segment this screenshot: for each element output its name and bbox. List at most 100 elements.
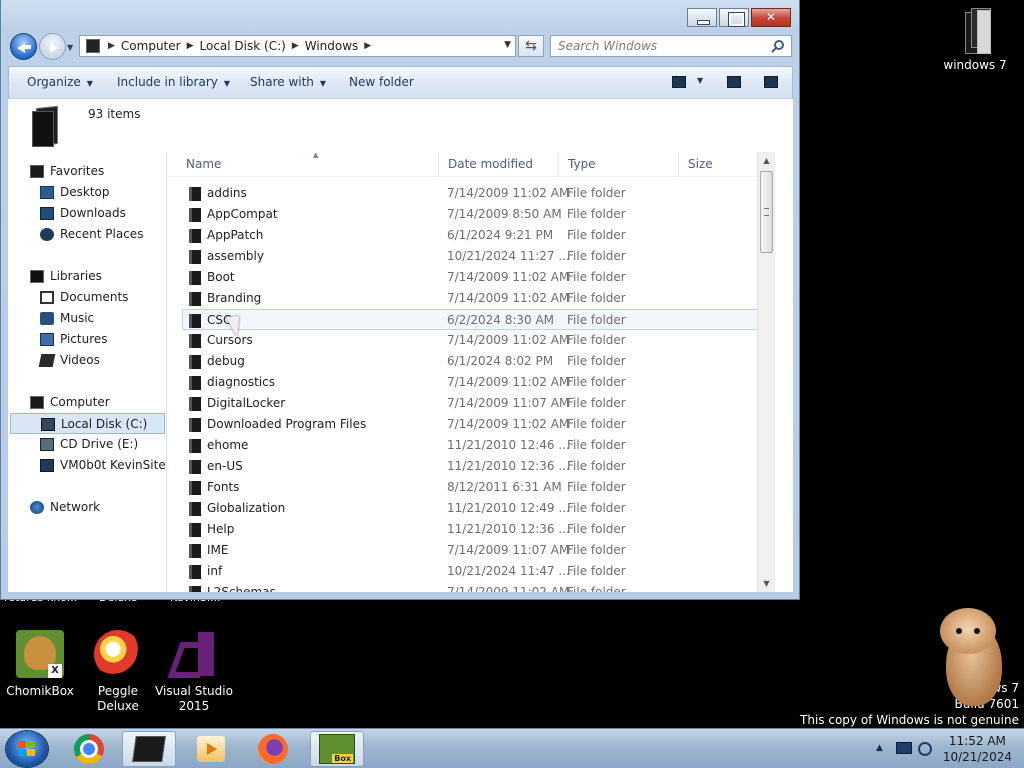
chevron-right-icon[interactable]: ▶ <box>187 41 194 51</box>
table-row[interactable]: CSC 6/2/2024 8:30 AM File folder <box>182 309 763 330</box>
vertical-scrollbar[interactable]: ▲ ▼ <box>757 152 775 592</box>
sidebar-item-pictures[interactable]: Pictures <box>8 329 166 350</box>
nav-group-network: Network <box>8 497 166 518</box>
table-row[interactable]: inf 10/21/2024 11:47 ... File folder <box>168 561 775 582</box>
table-row[interactable]: addins 7/14/2009 11:02 AM File folder <box>168 183 775 204</box>
sidebar-item-recent-places[interactable]: Recent Places <box>8 224 166 245</box>
share-with-button[interactable]: Share with ▼ <box>250 67 326 98</box>
folder-icon <box>189 271 201 285</box>
preview-pane-icon[interactable] <box>727 76 741 88</box>
table-row[interactable]: Branding 7/14/2009 11:02 AM File folder <box>168 288 775 309</box>
folder-icon <box>189 355 201 369</box>
taskbar-explorer[interactable] <box>122 731 176 767</box>
table-row[interactable]: IME 7/14/2009 11:07 AM File folder <box>168 540 775 561</box>
file-date-modified: 6/1/2024 9:21 PM <box>447 228 554 242</box>
file-date-modified: 7/14/2009 11:02 AM <box>447 291 570 305</box>
history-dropdown-icon[interactable]: ▼ <box>67 43 73 52</box>
column-header-date-modified[interactable]: Date modified <box>439 152 559 177</box>
table-row[interactable]: Fonts 8/12/2011 6:31 AM File folder <box>168 477 775 498</box>
table-row[interactable]: Help 11/21/2010 12:36 ... File folder <box>168 519 775 540</box>
table-row[interactable]: debug 6/1/2024 8:02 PM File folder <box>168 351 775 372</box>
taskbar-chrome[interactable] <box>62 731 116 767</box>
sidebar-item-music[interactable]: Music <box>8 308 166 329</box>
volume-icon[interactable] <box>918 742 932 756</box>
table-row[interactable]: assembly 10/21/2024 11:27 ... File folder <box>168 246 775 267</box>
clock-date: 10/21/2024 <box>942 750 1012 764</box>
column-header-row: ▲ Name Date modified Type Size <box>168 152 775 177</box>
column-header-type[interactable]: Type <box>559 152 679 177</box>
back-button[interactable] <box>10 33 37 60</box>
hamster-desktop-pet[interactable] <box>926 604 1010 708</box>
libraries-icon <box>30 270 44 283</box>
file-type: File folder <box>567 459 626 473</box>
network-status-icon[interactable] <box>896 742 912 754</box>
sidebar-item-favorites[interactable]: Favorites <box>8 161 166 182</box>
desktop-icon-chomikbox[interactable]: ChomikBox <box>0 630 80 699</box>
change-view-icon[interactable] <box>672 76 686 88</box>
table-row[interactable]: Globalization 11/21/2010 12:49 ... File fo… <box>168 498 775 519</box>
search-input[interactable] <box>551 36 761 56</box>
forward-button[interactable] <box>39 33 66 60</box>
new-folder-button[interactable]: New folder <box>349 67 414 98</box>
desktop-icon-windows7[interactable]: windows 7 <box>940 6 1010 72</box>
taskbar-media-player[interactable] <box>184 731 238 767</box>
table-row[interactable]: en-US 11/21/2010 12:36 ... File folder <box>168 456 775 477</box>
sidebar-item-computer[interactable]: Computer <box>8 392 166 413</box>
file-name: DigitalLocker <box>207 396 286 410</box>
search-icon[interactable] <box>774 40 784 50</box>
file-date-modified: 7/14/2009 8:50 AM <box>447 207 562 221</box>
chevron-right-icon[interactable]: ▶ <box>292 41 299 51</box>
chevron-down-icon[interactable]: ▼ <box>504 40 511 50</box>
file-name: en-US <box>207 459 243 473</box>
column-header-size[interactable]: Size <box>679 152 761 177</box>
sidebar-item-label: VM0b0t KevinSite <box>60 458 166 472</box>
sidebar-item-videos[interactable]: Videos <box>8 350 166 371</box>
table-row[interactable]: Downloaded Program Files 7/14/2009 11:02 … <box>168 414 775 435</box>
table-row[interactable]: diagnostics 7/14/2009 11:02 AM File folder <box>168 372 775 393</box>
chevron-right-icon[interactable]: ▶ <box>364 41 371 51</box>
taskbar-chomikbox[interactable] <box>310 731 364 767</box>
sidebar-item-cd-drive[interactable]: CD Drive (E:) <box>8 434 166 455</box>
column-header-name[interactable]: ▲ Name <box>177 152 439 177</box>
chevron-down-icon[interactable]: ▼ <box>697 76 703 85</box>
close-button[interactable] <box>751 8 791 27</box>
breadcrumb-local-disk[interactable]: Local Disk (C:) <box>200 39 286 53</box>
table-row[interactable]: Cursors 7/14/2009 11:02 AM File folder <box>168 330 775 351</box>
start-button[interactable] <box>6 731 48 767</box>
minimize-button[interactable] <box>687 8 717 27</box>
sidebar-item-network[interactable]: Network <box>8 497 166 518</box>
breadcrumb-windows[interactable]: Windows <box>305 39 359 53</box>
maximize-button[interactable] <box>719 8 749 27</box>
desktop-icon-visual-studio[interactable]: Visual Studio 2015 <box>154 630 234 714</box>
scrollbar-thumb[interactable] <box>760 171 773 253</box>
table-row[interactable]: AppPatch 6/1/2024 9:21 PM File folder <box>168 225 775 246</box>
organize-button[interactable]: Organize ▼ <box>27 67 93 98</box>
refresh-button[interactable]: ⇆ <box>518 35 544 57</box>
table-row[interactable]: Boot 7/14/2009 11:02 AM File folder <box>168 267 775 288</box>
table-row[interactable]: DigitalLocker 7/14/2009 11:07 AM File fold… <box>168 393 775 414</box>
table-row[interactable]: AppCompat 7/14/2009 8:50 AM File folder <box>168 204 775 225</box>
breadcrumb-computer[interactable]: Computer <box>121 39 181 53</box>
file-name: Globalization <box>207 501 286 515</box>
sidebar-item-downloads[interactable]: Downloads <box>8 203 166 224</box>
sidebar-item-local-disk[interactable]: Local Disk (C:) <box>10 413 165 434</box>
sidebar-item-label: Videos <box>60 353 100 367</box>
clock[interactable]: 11:52 AM 10/21/2024 <box>943 733 1012 765</box>
scroll-down-icon[interactable]: ▼ <box>758 575 775 592</box>
address-bar[interactable]: ▶ Computer ▶ Local Disk (C:) ▶ Windows ▶… <box>79 35 516 57</box>
sidebar-item-desktop[interactable]: Desktop <box>8 182 166 203</box>
show-hidden-icons-icon[interactable]: ▲ <box>876 743 883 753</box>
sidebar-item-documents[interactable]: Documents <box>8 287 166 308</box>
table-row[interactable]: L2Schemas 7/14/2009 11:02 AM File folder <box>168 582 775 592</box>
sidebar-item-libraries[interactable]: Libraries <box>8 266 166 287</box>
taskbar-firefox[interactable] <box>246 731 300 767</box>
chevron-right-icon[interactable]: ▶ <box>108 41 115 51</box>
scroll-up-icon[interactable]: ▲ <box>758 152 775 169</box>
sidebar-item-shared-folder[interactable]: VM0b0t KevinSite <box>8 455 166 476</box>
help-icon[interactable] <box>764 76 778 88</box>
include-in-library-button[interactable]: Include in library ▼ <box>117 67 230 98</box>
desktop-icon-peggle[interactable]: Peggle Deluxe <box>78 630 158 714</box>
table-row[interactable]: ehome 11/21/2010 12:46 ... File folder <box>168 435 775 456</box>
folder-icon <box>189 544 201 558</box>
search-box[interactable] <box>550 35 792 57</box>
